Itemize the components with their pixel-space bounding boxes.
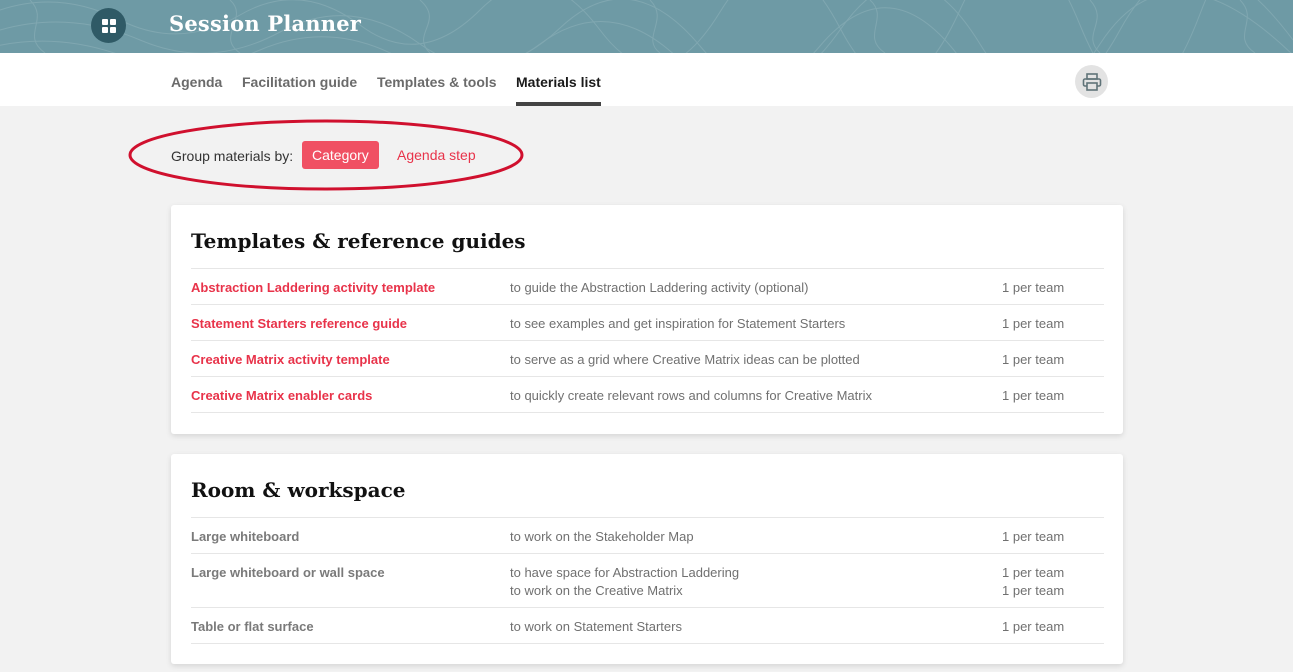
material-row: Creative Matrix activity template to ser…: [191, 341, 1104, 377]
tab-agenda[interactable]: Agenda: [171, 74, 222, 90]
material-purpose-list: to have space for Abstraction Laddering …: [510, 564, 739, 600]
materials-list: Large whiteboard to work on the Stakehol…: [191, 517, 1104, 644]
material-purpose: to work on the Creative Matrix: [510, 583, 683, 598]
material-purpose: to work on Statement Starters: [510, 619, 682, 634]
app-header: Session Planner: [0, 0, 1293, 53]
app-title: Session Planner: [169, 11, 362, 36]
material-row: Table or flat surface to work on Stateme…: [191, 608, 1104, 644]
material-purpose: to quickly create relevant rows and colu…: [510, 388, 872, 403]
material-quantity: 1 per team: [1002, 583, 1065, 598]
material-name: Table or flat surface: [191, 619, 314, 634]
material-quantity: 1 per team: [1002, 388, 1065, 403]
material-purpose: to work on the Stakeholder Map: [510, 529, 694, 544]
active-tab-indicator: [516, 102, 601, 106]
material-quantity: 1 per team: [1002, 280, 1065, 295]
group-by-agenda-step-button[interactable]: Agenda step: [387, 141, 486, 169]
tab-templates-tools[interactable]: Templates & tools: [377, 74, 497, 90]
section-templates-reference-guides: Templates & reference guides Abstraction…: [171, 205, 1123, 434]
app-menu-button[interactable]: [91, 8, 126, 43]
grid-icon: [101, 18, 116, 33]
print-button[interactable]: [1075, 65, 1108, 98]
material-row: Large whiteboard to work on the Stakehol…: [191, 518, 1104, 554]
tab-bar: Agenda Facilitation guide Templates & to…: [0, 53, 1293, 106]
material-quantity: 1 per team: [1002, 316, 1065, 331]
material-name: Large whiteboard or wall space: [191, 565, 385, 580]
material-name-link[interactable]: Creative Matrix enabler cards: [191, 388, 372, 403]
material-quantity: 1 per team: [1002, 529, 1065, 544]
material-purpose: to guide the Abstraction Laddering activ…: [510, 280, 809, 295]
material-quantity-list: 1 per team 1 per team: [1002, 564, 1064, 600]
printer-icon: [1082, 72, 1101, 91]
material-name: Large whiteboard: [191, 529, 300, 544]
material-purpose: to see examples and get inspiration for …: [510, 316, 846, 331]
section-title: Templates & reference guides: [191, 229, 526, 253]
material-name-link[interactable]: Abstraction Laddering activity template: [191, 280, 435, 295]
materials-list: Abstraction Laddering activity template …: [191, 268, 1104, 413]
tab-materials-list[interactable]: Materials list: [516, 74, 601, 90]
section-title: Room & workspace: [191, 478, 406, 502]
material-quantity: 1 per team: [1002, 565, 1065, 580]
material-name-link[interactable]: Creative Matrix activity template: [191, 352, 390, 367]
material-row: Abstraction Laddering activity template …: [191, 269, 1104, 305]
material-row: Statement Starters reference guide to se…: [191, 305, 1104, 341]
material-quantity: 1 per team: [1002, 352, 1065, 367]
section-room-workspace: Room & workspace Large whiteboard to wor…: [171, 454, 1123, 664]
group-by-category-button[interactable]: Category: [302, 141, 379, 169]
group-by-label: Group materials by:: [171, 148, 294, 164]
material-row: Large whiteboard or wall space to have s…: [191, 554, 1104, 608]
material-name-link[interactable]: Statement Starters reference guide: [191, 316, 407, 331]
tab-facilitation-guide[interactable]: Facilitation guide: [242, 74, 357, 90]
material-purpose: to have space for Abstraction Laddering: [510, 565, 740, 580]
material-purpose: to serve as a grid where Creative Matrix…: [510, 352, 860, 367]
material-quantity: 1 per team: [1002, 619, 1065, 634]
material-row: Creative Matrix enabler cards to quickly…: [191, 377, 1104, 413]
